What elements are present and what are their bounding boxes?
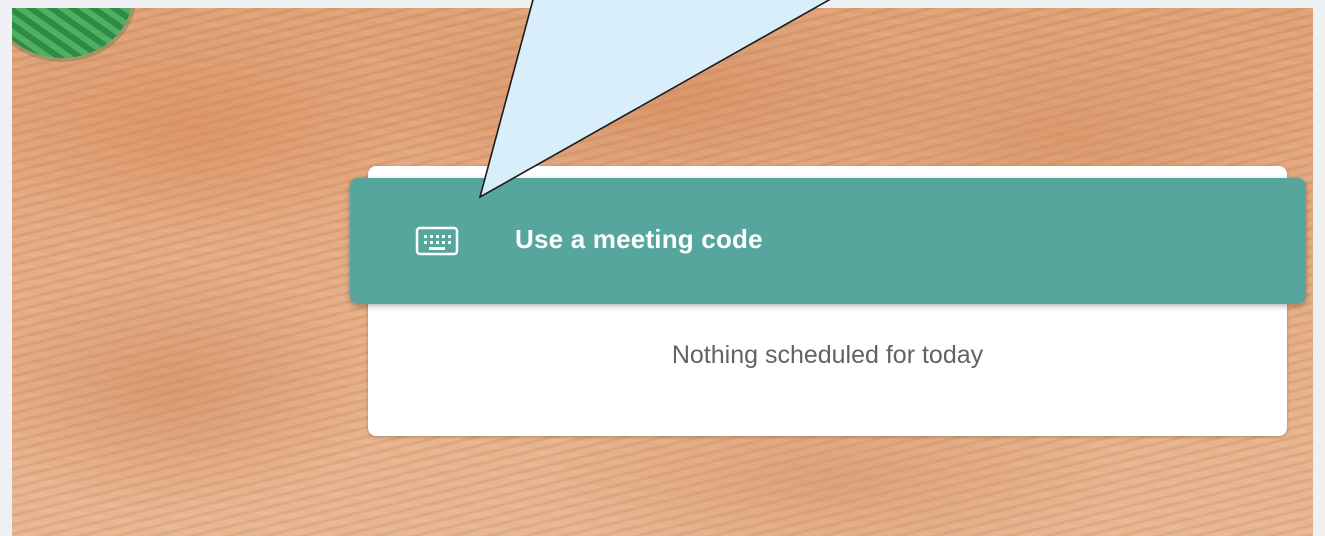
keyboard-icon — [415, 226, 459, 256]
use-meeting-code-label: Use a meeting code — [515, 224, 763, 254]
screen: Nothing scheduled for today Use a meetin… — [0, 0, 1325, 536]
empty-schedule-message: Nothing scheduled for today — [671, 341, 984, 369]
use-meeting-code-button[interactable]: Use a meeting code — [350, 178, 1306, 304]
plant-decoration — [12, 8, 132, 58]
